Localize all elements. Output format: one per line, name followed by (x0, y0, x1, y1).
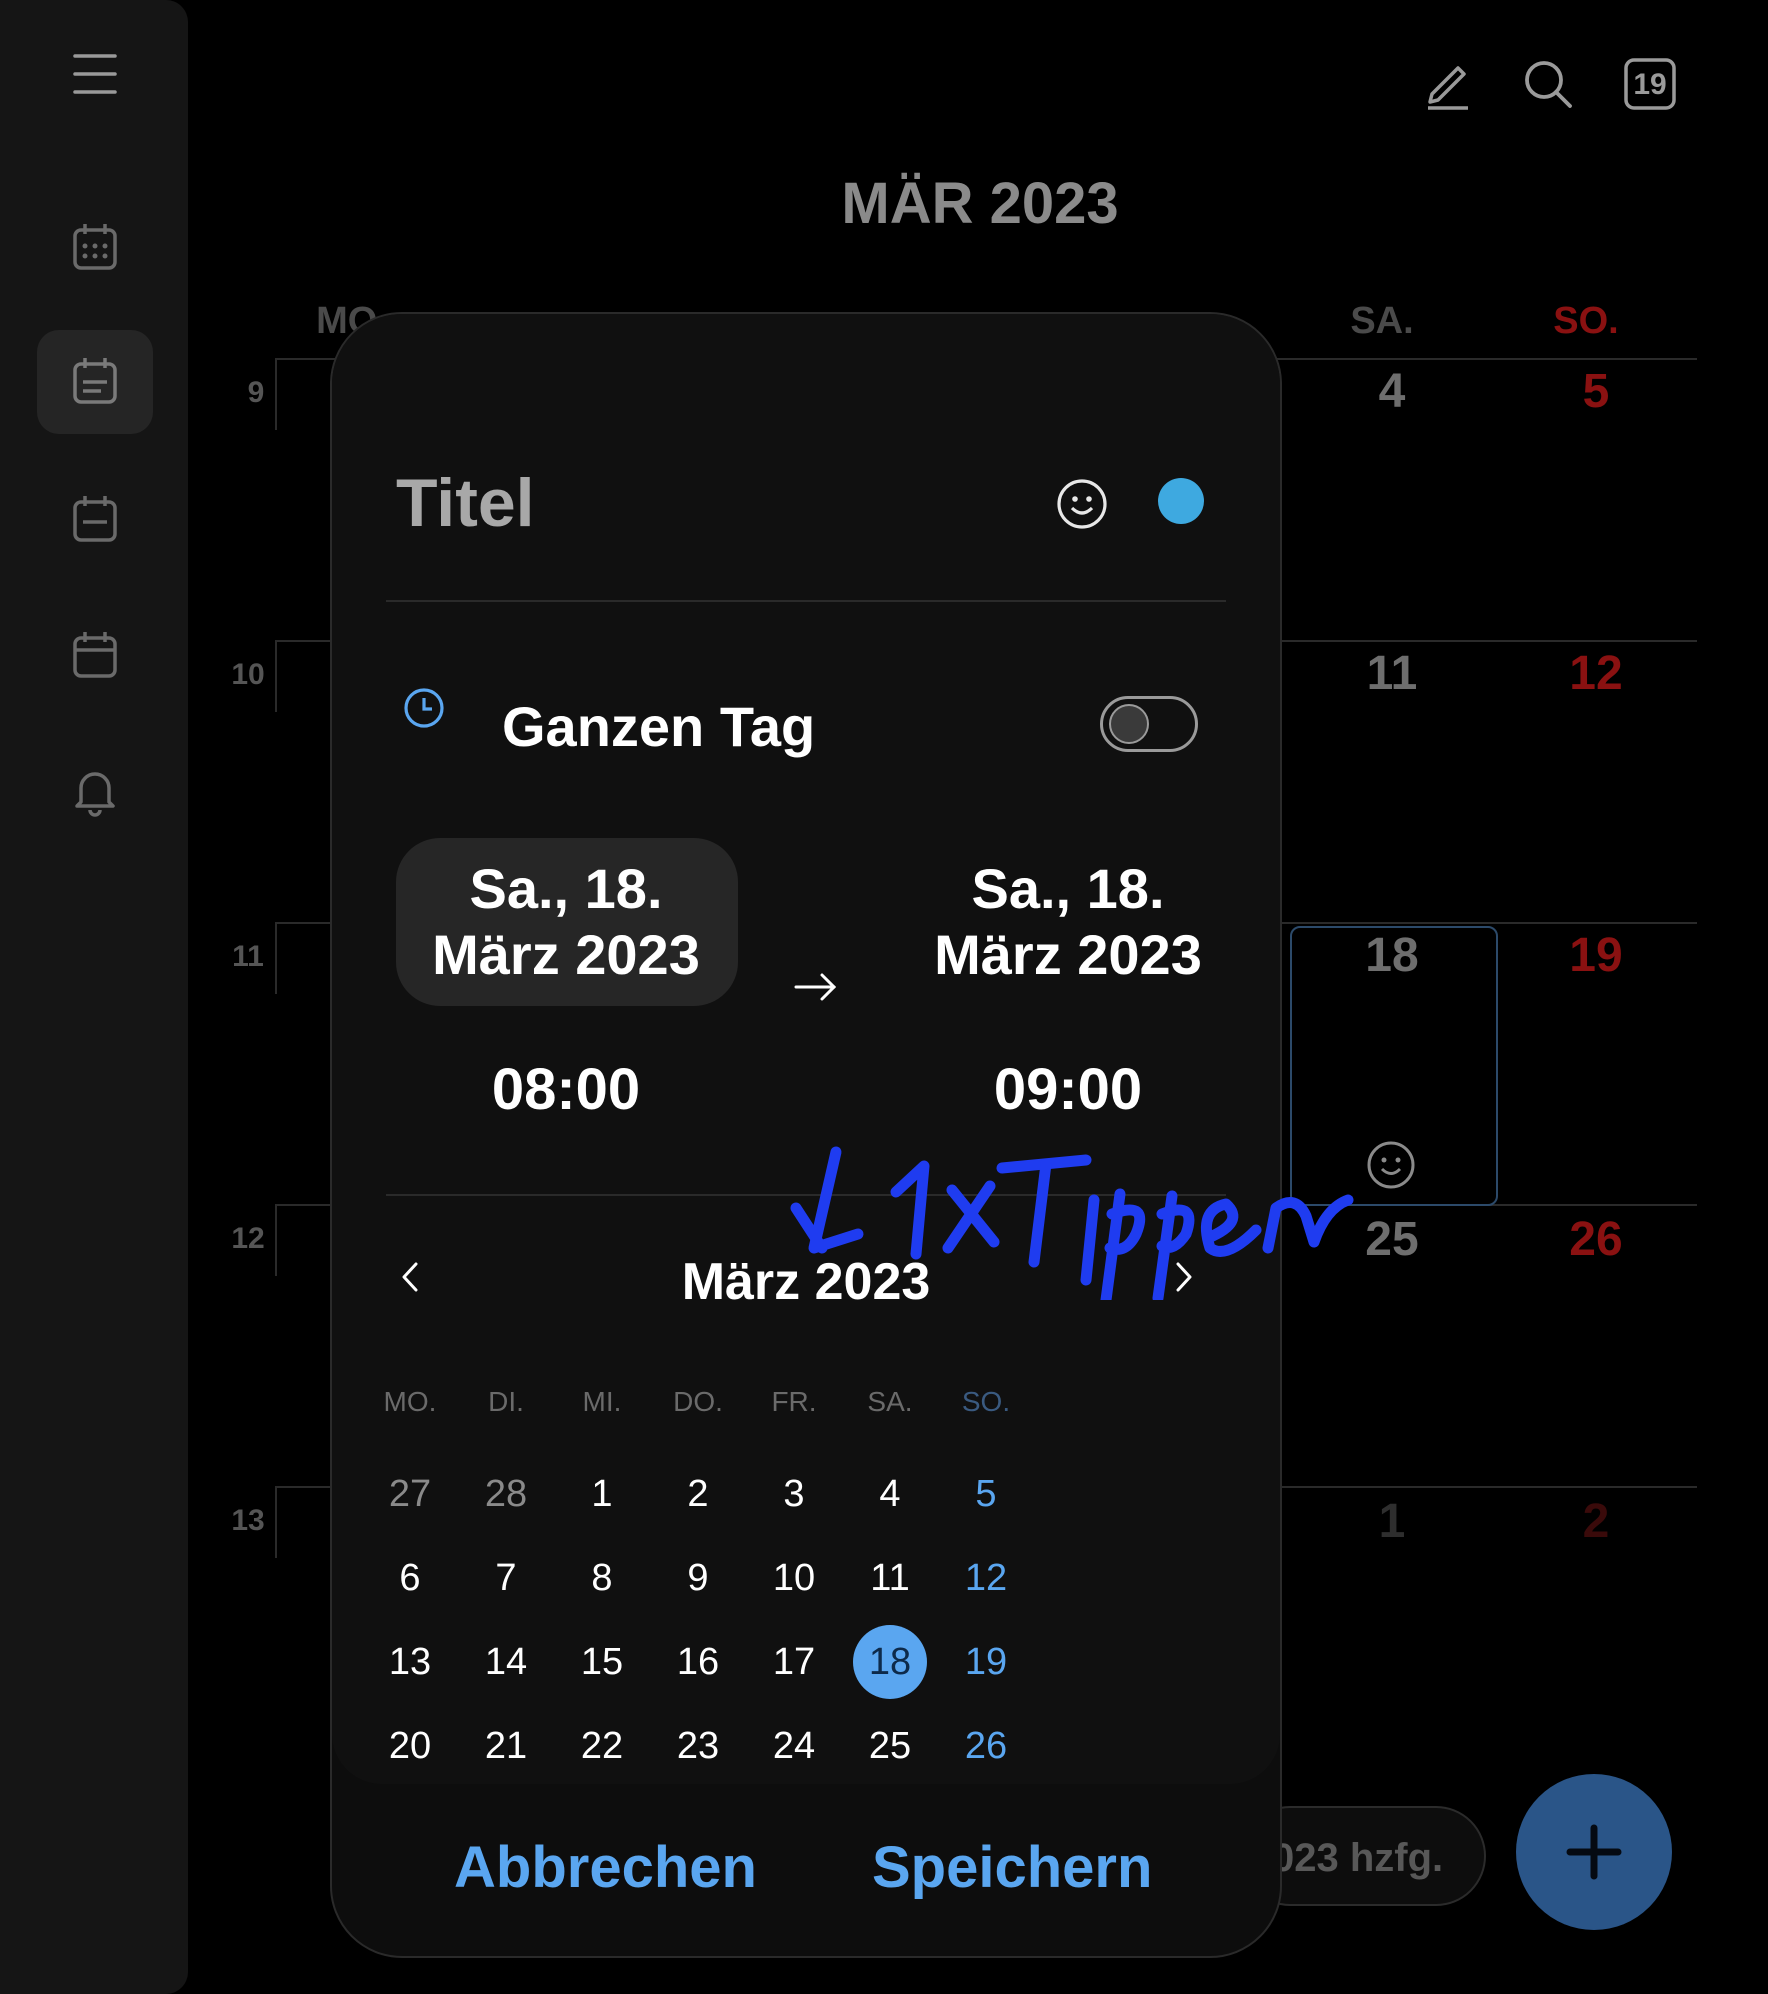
picker-day[interactable]: 10 (754, 1540, 834, 1616)
picker-day[interactable]: 19 (946, 1624, 1026, 1700)
week-number: 12 (231, 1222, 265, 1255)
week-tick (275, 1204, 277, 1276)
clock-icon (404, 688, 444, 728)
today-icon[interactable]: 19 (1620, 54, 1680, 114)
end-date-line1[interactable]: Sa., 18. (888, 856, 1248, 922)
month-day-cell[interactable]: 2 (1546, 1494, 1646, 1549)
picker-day[interactable]: 27 (370, 1456, 450, 1532)
picker-day-selected[interactable]: 18 (850, 1624, 930, 1700)
calendar-agenda-icon[interactable] (67, 628, 123, 684)
sticker-smiley-icon[interactable] (1054, 476, 1110, 532)
start-date-line1: Sa., 18. (469, 857, 663, 920)
picker-day[interactable]: 14 (466, 1624, 546, 1700)
picker-day[interactable]: 26 (946, 1708, 1026, 1784)
picker-day[interactable]: 22 (562, 1708, 642, 1784)
week-number: 11 (232, 940, 264, 973)
picker-day[interactable]: 21 (466, 1708, 546, 1784)
week-tick (275, 640, 277, 712)
picker-weekday-label: DI. (488, 1386, 524, 1417)
edit-icon[interactable] (1418, 54, 1478, 114)
picker-day[interactable]: 5 (946, 1456, 1026, 1532)
picker-day[interactable]: 28 (466, 1456, 546, 1532)
picker-day[interactable]: 17 (754, 1624, 834, 1700)
picker-weekday-label: DO. (673, 1386, 723, 1417)
weekday-header-so: SO. (1553, 300, 1619, 342)
picker-day[interactable]: 4 (850, 1456, 930, 1532)
picker-day[interactable]: 12 (946, 1540, 1026, 1616)
week-number: 13 (231, 1504, 265, 1537)
end-date-line2[interactable]: März 2023 (888, 922, 1248, 988)
picker-day[interactable]: 7 (466, 1540, 546, 1616)
picker-day[interactable]: 3 (754, 1456, 834, 1532)
title-input[interactable]: Titel (396, 464, 535, 542)
month-day-cell[interactable]: 25 (1342, 1212, 1442, 1267)
add-event-button[interactable] (1516, 1774, 1672, 1930)
month-day-cell[interactable]: 12 (1546, 646, 1646, 701)
month-day-cell[interactable]: 11 (1342, 646, 1442, 701)
bell-icon[interactable] (67, 762, 123, 818)
picker-day[interactable]: 2 (658, 1456, 738, 1532)
picker-day[interactable]: 13 (370, 1624, 450, 1700)
plus-icon (1566, 1824, 1622, 1880)
picker-day[interactable]: 24 (754, 1708, 834, 1784)
navigation-rail (0, 0, 188, 1994)
month-title: MÄR 2023 (841, 171, 1119, 236)
month-day-cell[interactable]: 5 (1546, 364, 1646, 419)
picker-day[interactable]: 6 (370, 1540, 450, 1616)
week-tick (275, 358, 277, 430)
month-day-cell[interactable]: 4 (1342, 364, 1442, 419)
picker-day[interactable]: 1 (562, 1456, 642, 1532)
start-date-line2: März 2023 (432, 923, 700, 986)
event-color-picker[interactable] (1158, 478, 1204, 524)
picker-day[interactable]: 11 (850, 1540, 930, 1616)
all-day-toggle[interactable] (1100, 696, 1198, 752)
handwritten-annotation (790, 1146, 1354, 1300)
arrow-right-icon (794, 973, 837, 1001)
picker-weekday-label: FR. (771, 1386, 817, 1417)
menu-icon[interactable] (67, 46, 123, 102)
month-day-cell[interactable]: 1 (1342, 1494, 1442, 1549)
previous-month-icon[interactable] (388, 1254, 434, 1300)
search-icon[interactable] (1518, 54, 1578, 114)
picker-day[interactable]: 25 (850, 1708, 930, 1784)
calendar-month-icon[interactable] (67, 220, 123, 276)
dialog-content: Titel Ganzen Tag Sa., 18. März 2023 Sa.,… (332, 314, 1280, 1784)
week-number: 9 (247, 376, 265, 409)
event-smiley-icon (1367, 1141, 1415, 1189)
cancel-button[interactable]: Abbrechen (454, 1834, 757, 1901)
today-badge-number: 19 (1633, 68, 1667, 101)
picker-day[interactable]: 20 (370, 1708, 450, 1784)
picker-day[interactable]: 23 (658, 1708, 738, 1784)
picker-weekday-label: MO. (383, 1386, 437, 1417)
weekday-header-sa: SA. (1350, 300, 1414, 342)
divider (386, 600, 1226, 602)
picker-weekday-label: SO. (961, 1386, 1011, 1417)
picker-day[interactable]: 9 (658, 1540, 738, 1616)
save-button[interactable]: Speichern (872, 1834, 1152, 1901)
calendar-week-icon[interactable] (67, 354, 123, 410)
picker-weekday-label: SA. (867, 1386, 913, 1417)
start-time[interactable]: 08:00 (416, 1056, 716, 1123)
week-number: 10 (231, 658, 265, 691)
end-time[interactable]: 09:00 (918, 1056, 1218, 1123)
month-day-cell[interactable]: 26 (1546, 1212, 1646, 1267)
all-day-label: Ganzen Tag (502, 695, 816, 758)
picker-day[interactable]: 8 (562, 1540, 642, 1616)
toggle-knob (1109, 704, 1149, 744)
week-tick (275, 922, 277, 994)
week-tick (275, 1486, 277, 1558)
picker-day[interactable]: 16 (658, 1624, 738, 1700)
calendar-day-icon[interactable] (67, 492, 123, 548)
picker-weekday-label: MI. (582, 1386, 622, 1417)
month-day-cell[interactable]: 19 (1546, 928, 1646, 983)
picker-day[interactable]: 15 (562, 1624, 642, 1700)
